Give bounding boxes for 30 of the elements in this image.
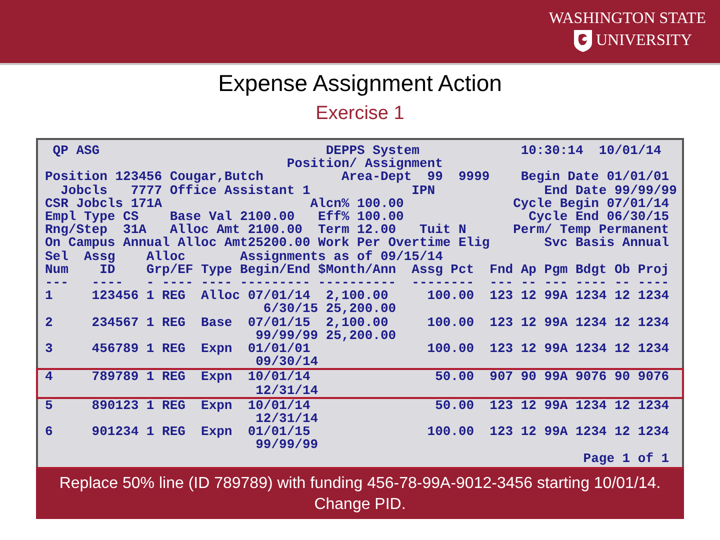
logo-wordmark: WASHINGTON STATE (548, 10, 706, 28)
terminal-line: 12/31/14 (254, 384, 318, 397)
terminal-line: Page 1 of 1 (582, 452, 670, 465)
terminal-line: Empl Type CS Base Val 2100.00 Eff% 100.00 Cycle End 06/30/15 (45, 210, 670, 224)
terminal-line: Position/ Assignment (286, 157, 443, 170)
terminal-line: Num ID Grp/EF Type Begin/End $Month/Ann Assg Pct Fnd Ap Pgm Bdgt Ob Proj (45, 262, 670, 276)
terminal-line: 1 123456 1 REG Alloc 07/01/14 2,100.00 100.00 123 12 99A 1234 12 1234 (45, 289, 670, 302)
terminal-line: CSR Jobcls 171A Alcn% 100.00 Cycle Begin 07/01/14 (45, 196, 670, 210)
terminal-line: Position 123456 Cougar,Butch Area-Dept 99 9999 Begin Date 01/01/01 (45, 170, 670, 184)
terminal-line: 5 890123 1 REG Expn 10/01/14 50.00 123 12 99A 1234 12 1234 (45, 398, 670, 412)
terminal-line: Rng/Step 31A Alloc Amt 2100.00 Term 12.00 Tuit N Perm/ Temp Permanent (45, 223, 670, 236)
terminal-line: 99/99/99 (254, 438, 318, 452)
terminal-line: Sel Assg Alloc Assignments as of 09/15/14 (45, 250, 443, 263)
terminal-line: 6 901234 1 REG Expn 01/01/15 100.00 123 12 99A 1234 12 1234 (45, 425, 670, 438)
terminal-line: On Campus Annual Alloc Amt25200.00 Work Per Overtime Elig Svc Basis Annual (45, 236, 670, 250)
terminal-line: 2 234567 1 REG Base 07/01/15 2,100.00 100.00 123 12 99A 1234 12 1234 (45, 316, 670, 329)
terminal-line: --- ---- - ---- ---- --------- ---------- -------- --- -- --- ---- -- ---- (45, 276, 670, 290)
terminal-line: 4 789789 1 REG Expn 10/01/14 50.00 907 90 99A 9076 90 9076 (45, 370, 670, 384)
terminal-line: 6/30/15 25,200.00 (262, 302, 396, 316)
caption-text: Replace 50% line (ID 789789) with funding 456-78-99A-9012-3456 starting 10/01/14. Change PID. (58, 474, 662, 515)
terminal-line: 99/99/99 25,200.00 (256, 328, 396, 342)
shield-logo-icon (573, 29, 593, 53)
slide-subtitle: Exercise 1 (316, 102, 404, 126)
terminal-line: Jobcls 7777 Office Assistant 1 IPN End Date 99/99/99 (60, 184, 677, 197)
terminal-line: 3 456789 1 REG Expn 01/01/01 100.00 123 12 99A 1234 12 1234 (45, 342, 670, 356)
slide-title: Expense Assignment Action (218, 69, 502, 97)
terminal-line: 09/30/14 (254, 355, 318, 368)
terminal-line: QP ASG DEPPS System 10:30:14 10/01/14 (52, 144, 662, 158)
logo-wordmark: UNIVERSITY (596, 32, 692, 50)
terminal-line: 12/31/14 (256, 412, 318, 426)
